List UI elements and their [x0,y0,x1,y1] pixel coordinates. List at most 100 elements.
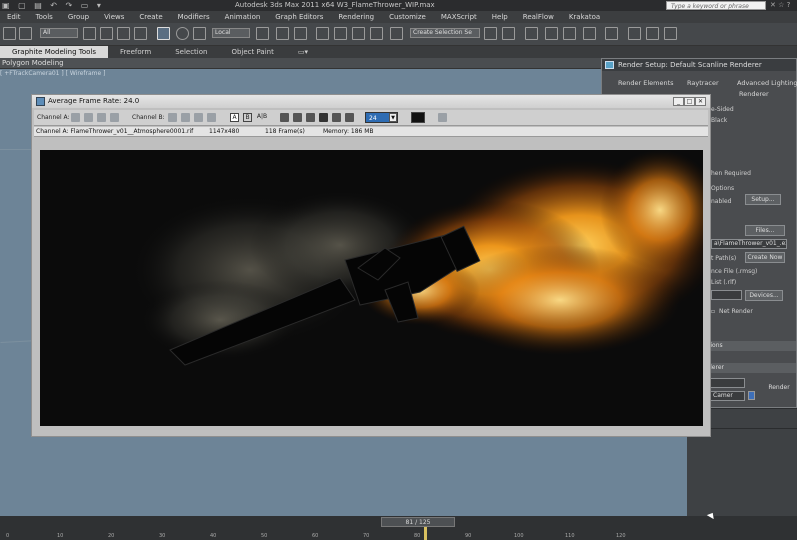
dock-icon[interactable] [438,113,447,122]
mirror-icon[interactable] [484,27,497,40]
render-setup-title[interactable]: Render Setup: Default Scanline Renderer [602,59,796,71]
select-manipulate-icon[interactable] [276,27,289,40]
menu-modifiers[interactable]: Modifiers [171,11,218,23]
option-text: e-Sided [711,106,734,113]
edit-named-selection-icon[interactable] [390,27,403,40]
layer-manager-icon[interactable] [525,27,538,40]
minimize-button[interactable]: _ [673,97,684,106]
production-dropdown[interactable] [710,378,745,388]
ribbon-toggle-icon[interactable] [545,27,558,40]
ribbon-panel-label[interactable]: Polygon Modeling [0,58,240,68]
delete-icon[interactable] [110,113,119,122]
menu-graph-editors[interactable]: Graph Editors [268,11,331,23]
chevron-down-icon[interactable]: ▼ [389,113,397,122]
rotate-icon[interactable] [176,27,189,40]
keyboard-shortcut-icon[interactable] [294,27,307,40]
delete-b-icon[interactable] [207,113,216,122]
renderer-rollout-header[interactable]: derer [706,363,796,373]
open-b-icon[interactable] [168,113,177,122]
viewport-label[interactable]: [ +FTrackCamera01 ] [ Wireframe ] [0,70,105,77]
stop-icon[interactable] [319,113,328,122]
menu-create[interactable]: Create [132,11,170,23]
output-path-field[interactable]: a\FlameThrower_v01_.exr [711,239,787,249]
save-icon[interactable] [84,113,93,122]
device-field[interactable] [711,290,742,300]
menu-customize[interactable]: Customize [382,11,434,23]
schematic-view-icon[interactable] [583,27,596,40]
link-icon[interactable] [19,27,32,40]
setup-button[interactable]: Setup... [745,194,781,205]
play-reverse-icon[interactable] [306,113,315,122]
lock-view-icon[interactable] [748,391,755,400]
select-object-icon[interactable] [83,27,96,40]
select-by-name-icon[interactable] [100,27,113,40]
split-ab-button[interactable]: A|B [256,113,268,122]
render-production-icon[interactable] [664,27,677,40]
tab-graphite-modeling-tools[interactable]: Graphite Modeling Tools [0,46,109,58]
move-icon[interactable] [157,27,170,40]
first-frame-icon[interactable] [280,113,289,122]
tab-object-paint[interactable]: Object Paint [219,46,285,58]
menu-animation[interactable]: Animation [218,11,269,23]
last-frame-icon[interactable] [345,113,354,122]
window-crossing-icon[interactable] [134,27,147,40]
menu-edit[interactable]: Edit [0,11,29,23]
menu-krakatoa[interactable]: Krakatoa [562,11,608,23]
time-slider[interactable]: 81 / 125 [381,517,455,527]
close-button[interactable]: ✕ [695,97,706,106]
render-setup-icon[interactable] [628,27,641,40]
play-icon[interactable] [332,113,341,122]
open-icon[interactable] [71,113,80,122]
menu-help[interactable]: Help [485,11,516,23]
search-input[interactable]: Type a keyword or phrase [666,1,766,10]
rendered-image[interactable] [40,150,703,426]
align-icon[interactable] [502,27,515,40]
spinner-snap-icon[interactable] [370,27,383,40]
pivot-icon[interactable] [256,27,269,40]
rect-selection-icon[interactable] [117,27,130,40]
background-color-swatch[interactable] [411,112,425,123]
render-button[interactable]: Render [764,383,794,395]
undo-icon[interactable] [3,27,16,40]
window-controls[interactable]: ✕ ☆ ? [770,0,797,11]
view-dropdown[interactable]: Camer [710,391,745,401]
material-editor-icon[interactable] [605,27,618,40]
time-marker[interactable] [424,527,427,540]
clear-icon[interactable] [97,113,106,122]
files-button[interactable]: Files... [745,225,785,236]
channel-a-button[interactable]: A [230,113,239,122]
create-now-button[interactable]: Create Now [745,252,785,263]
clear-b-icon[interactable] [194,113,203,122]
devices-button[interactable]: Devices... [745,290,783,301]
maximize-button[interactable]: □ [684,97,695,106]
snap-toggle-icon[interactable] [316,27,329,40]
selection-filter-dropdown[interactable]: All [40,28,78,38]
save-b-icon[interactable] [181,113,190,122]
channel-b-button[interactable]: B [243,113,252,122]
tab-raytracer[interactable]: Raytracer [687,79,719,87]
quick-access-toolbar[interactable]: ▣ ▢ ▤ ↶ ↷ ▭ ▾ [2,0,104,11]
menu-realflow[interactable]: RealFlow [516,11,562,23]
angle-snap-icon[interactable] [334,27,347,40]
curve-editor-icon[interactable] [563,27,576,40]
prev-frame-icon[interactable] [293,113,302,122]
tab-renderer[interactable]: Renderer [739,90,769,98]
net-render-checkbox[interactable]: ▫ [711,308,715,315]
scale-icon[interactable] [193,27,206,40]
tab-advanced-lighting[interactable]: Advanced Lighting [737,79,797,87]
menu-maxscript[interactable]: MAXScript [434,11,485,23]
menu-tools[interactable]: Tools [29,11,61,23]
tab-render-elements[interactable]: Render Elements [618,79,674,87]
menu-views[interactable]: Views [97,11,132,23]
named-selection-dropdown[interactable]: Create Selection Se [410,28,480,38]
tab-selection[interactable]: Selection [163,46,219,58]
ribbon-options-icon[interactable]: ▭▾ [286,46,320,58]
timeline-tick: 10 [57,533,64,539]
menu-rendering[interactable]: Rendering [331,11,382,23]
options-rollout-header[interactable]: tions [706,341,796,351]
tab-freeform[interactable]: Freeform [108,46,163,58]
percent-snap-icon[interactable] [352,27,365,40]
ref-coord-dropdown[interactable]: Local [212,28,250,38]
menu-group[interactable]: Group [61,11,97,23]
rendered-frame-window-icon[interactable] [646,27,659,40]
